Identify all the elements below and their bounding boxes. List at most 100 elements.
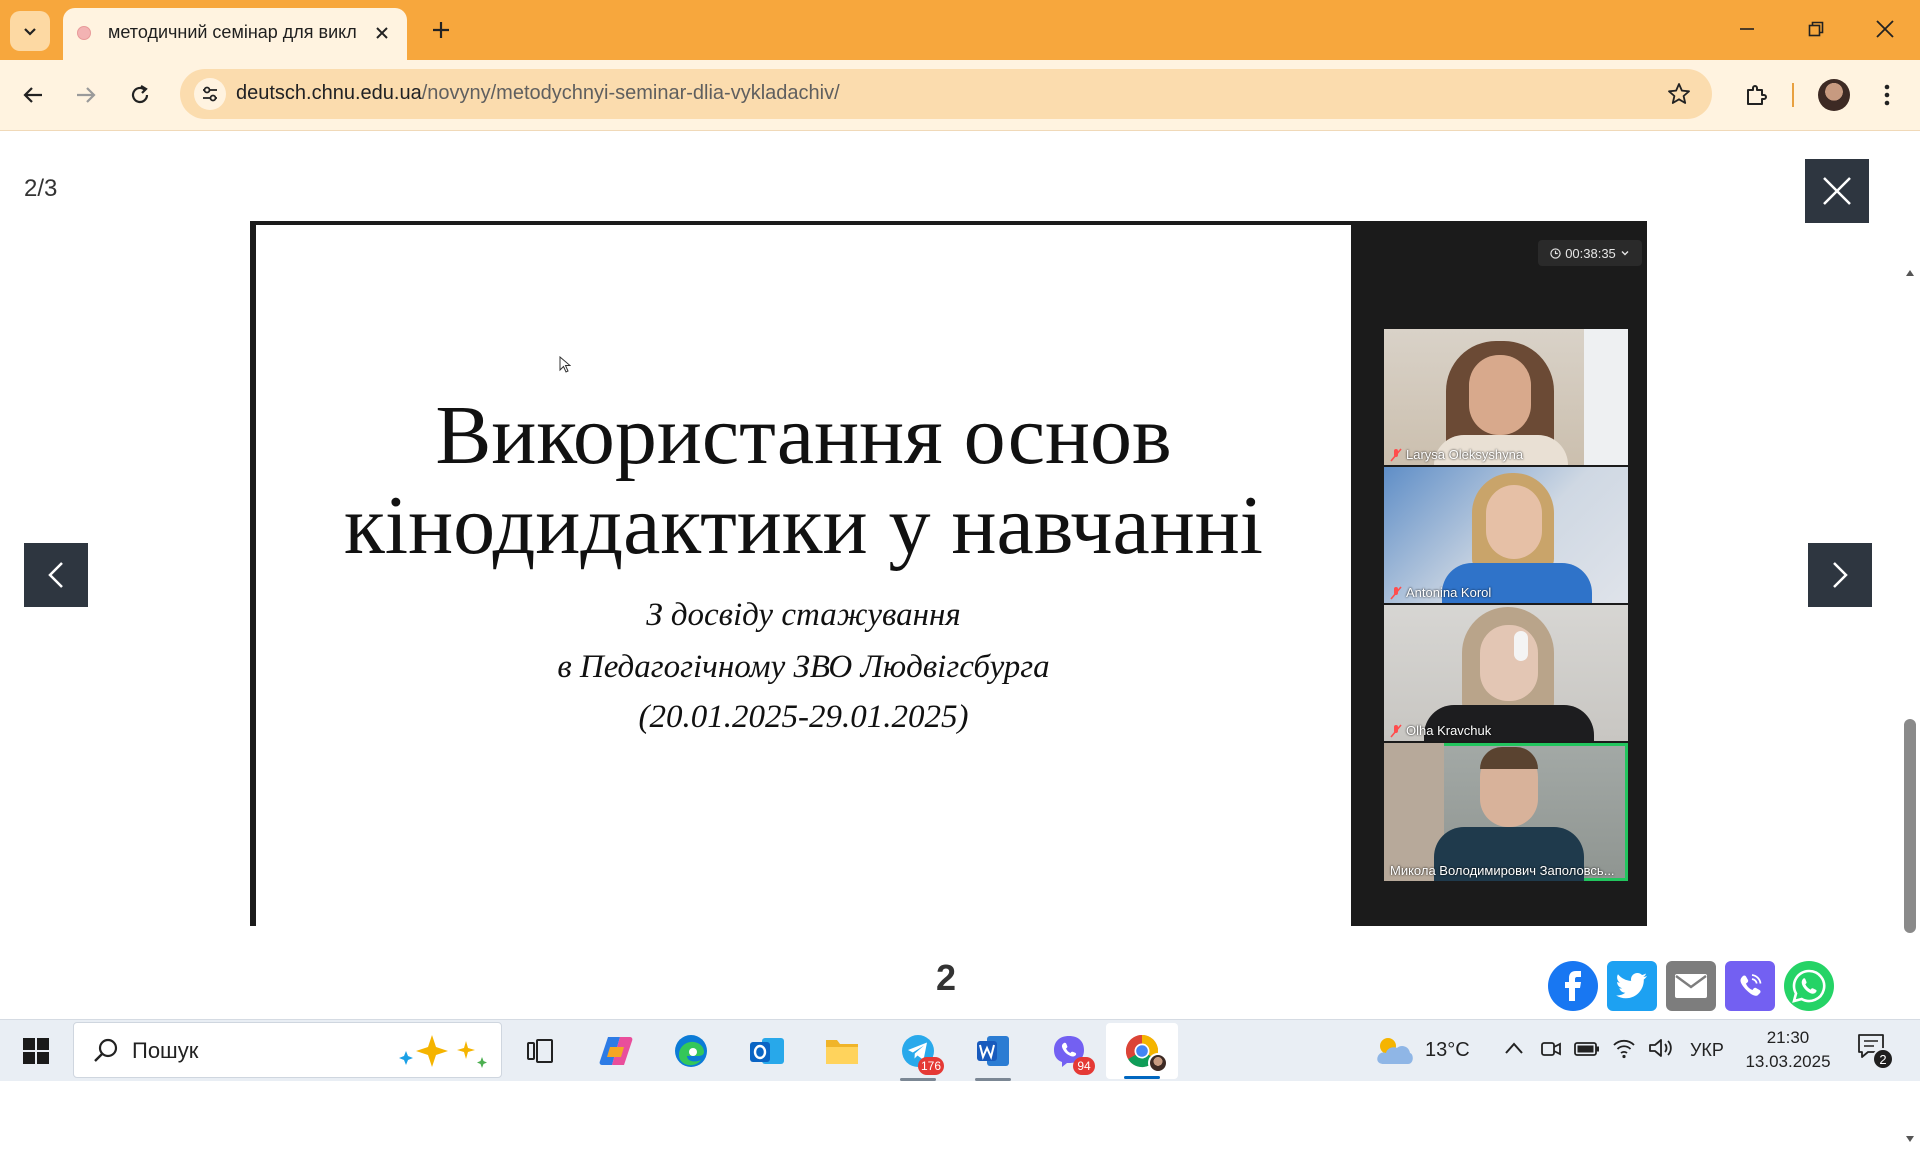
mouse-cursor-icon — [559, 356, 571, 373]
lightbox-next-button[interactable] — [1808, 543, 1872, 607]
browser-toolbar: deutsch.chnu.edu.ua/novyny/metodychnyi-s… — [0, 60, 1920, 131]
chevron-up-icon[interactable] — [1504, 1041, 1524, 1055]
twitter-icon — [1616, 973, 1647, 999]
kebab-menu-icon — [1884, 84, 1890, 106]
tab-strip: методичний семінар для викл — [0, 0, 1920, 60]
clock-date: 13.03.2025 — [1745, 1052, 1831, 1071]
restore-button[interactable] — [1793, 8, 1839, 50]
page-scrollbar[interactable] — [1900, 262, 1920, 1150]
share-viber-button[interactable] — [1725, 961, 1775, 1011]
file-explorer-button[interactable] — [820, 1029, 864, 1073]
share-email-button[interactable] — [1666, 961, 1716, 1011]
chevron-left-icon — [48, 562, 63, 588]
lightbox-counter: 2/3 — [24, 175, 58, 202]
copilot-app-button[interactable] — [594, 1029, 638, 1073]
tab-search-button[interactable] — [10, 11, 50, 51]
clock-time: 21:30 — [1766, 1028, 1810, 1047]
back-button[interactable] — [15, 77, 51, 113]
slide-subtitle-line2: в Педагогічному ЗВО Людвігсбурга — [557, 649, 1050, 685]
mic-muted-icon — [1390, 723, 1402, 738]
copilot-sparkle-icon — [399, 1035, 487, 1068]
scroll-up-button[interactable] — [1903, 266, 1917, 280]
battery-icon[interactable] — [1574, 1040, 1600, 1058]
slide-page-number: 2 — [936, 957, 957, 998]
chevron-down-icon — [24, 28, 36, 36]
outlook-icon — [750, 1038, 784, 1064]
address-bar[interactable]: deutsch.chnu.edu.ua/novyny/metodychnyi-s… — [180, 69, 1712, 119]
forward-button[interactable] — [68, 77, 104, 113]
arrow-right-icon — [77, 87, 96, 103]
mic-muted-icon — [1390, 585, 1402, 600]
scrollbar-thumb[interactable] — [1904, 719, 1916, 933]
search-icon — [94, 1038, 118, 1062]
taskbar-search-box[interactable]: Пошук — [73, 1022, 502, 1078]
start-button[interactable] — [14, 1029, 58, 1073]
windows-logo-icon — [23, 1038, 49, 1064]
triangle-down-icon — [1906, 1136, 1914, 1142]
url-path: /novyny/metodychnyi-seminar-dlia-vyklada… — [421, 82, 840, 104]
presentation-slide: Використання основ кінодидактики у навча… — [256, 225, 1351, 926]
tab-close-button[interactable] — [371, 22, 393, 44]
participant-name: Olha Kravchuk — [1390, 723, 1491, 738]
reload-icon — [131, 85, 149, 104]
copilot-icon — [599, 1037, 633, 1065]
close-icon — [376, 27, 388, 39]
word-icon — [977, 1036, 1009, 1066]
minimize-icon — [1740, 28, 1754, 30]
meeting-timer[interactable]: 00:38:35 — [1538, 240, 1642, 266]
profile-avatar[interactable] — [1818, 79, 1850, 111]
lightbox-prev-button[interactable] — [24, 543, 88, 607]
mic-muted-icon — [1390, 447, 1402, 462]
meet-now-icon[interactable] — [1540, 1038, 1562, 1060]
arrow-left-icon — [23, 87, 42, 103]
browser-menu-button[interactable] — [1872, 77, 1902, 113]
share-facebook-button[interactable] — [1548, 961, 1598, 1011]
slide-subtitle-line3: (20.01.2025-29.01.2025) — [638, 699, 969, 735]
minimize-button[interactable] — [1724, 8, 1770, 50]
word-app-button[interactable] — [971, 1029, 1015, 1081]
running-indicator — [1124, 1076, 1160, 1079]
task-view-icon — [527, 1039, 553, 1063]
share-whatsapp-button[interactable] — [1784, 961, 1834, 1011]
scroll-down-button[interactable] — [1903, 1132, 1917, 1146]
facebook-icon — [1565, 971, 1581, 1001]
telegram-app-button[interactable]: 176 — [896, 1029, 944, 1081]
url-text[interactable]: deutsch.chnu.edu.ua/novyny/metodychnyi-s… — [236, 82, 840, 105]
new-tab-button[interactable] — [423, 12, 459, 48]
chrome-profile-avatar — [1148, 1053, 1168, 1073]
reload-button[interactable] — [122, 77, 158, 113]
triangle-up-icon — [1906, 270, 1914, 276]
page-content: 2/3 Використання основ кінодидактики у н… — [0, 131, 1920, 1150]
site-info-button[interactable] — [194, 78, 226, 110]
weather-partly-cloudy-icon[interactable] — [1372, 1034, 1416, 1068]
volume-icon[interactable] — [1648, 1037, 1674, 1059]
bookmark-button[interactable] — [1666, 81, 1692, 107]
task-view-button[interactable] — [518, 1029, 562, 1073]
edge-icon — [675, 1035, 707, 1067]
url-host: deutsch.chnu.edu.ua — [236, 82, 422, 104]
chrome-app-button-active[interactable] — [1106, 1023, 1178, 1079]
weather-temperature[interactable]: 13°C — [1425, 1039, 1470, 1062]
edge-app-button[interactable] — [669, 1029, 713, 1073]
viber-icon — [1740, 974, 1762, 996]
share-twitter-button[interactable] — [1607, 961, 1657, 1011]
close-icon — [1823, 177, 1851, 205]
notification-center-button[interactable]: 2 — [1856, 1032, 1896, 1070]
wifi-icon[interactable] — [1612, 1037, 1636, 1059]
lightbox-close-button[interactable] — [1805, 159, 1869, 223]
viber-app-button[interactable]: 94 — [1047, 1029, 1095, 1075]
window-close-button[interactable] — [1862, 8, 1908, 50]
close-icon — [1876, 20, 1894, 38]
system-clock[interactable]: 21:30 13.03.2025 — [1742, 1026, 1834, 1074]
input-language[interactable]: УКР — [1690, 1040, 1724, 1061]
windows-taskbar: Пошук 176 94 13°C УКР 21:30 13.03.2025 2 — [0, 1019, 1920, 1081]
viber-badge: 94 — [1073, 1057, 1095, 1075]
outlook-app-button[interactable] — [745, 1029, 789, 1073]
slide-subtitle-line1: З досвіду стажування — [646, 597, 961, 633]
participant-tile: Olha Kravchuk — [1384, 605, 1628, 741]
notification-count-badge: 2 — [1872, 1048, 1894, 1070]
clock-icon — [1550, 247, 1561, 259]
tab-active[interactable]: методичний семінар для викл — [63, 8, 407, 60]
plus-icon — [433, 22, 449, 38]
extensions-button[interactable] — [1738, 77, 1774, 113]
